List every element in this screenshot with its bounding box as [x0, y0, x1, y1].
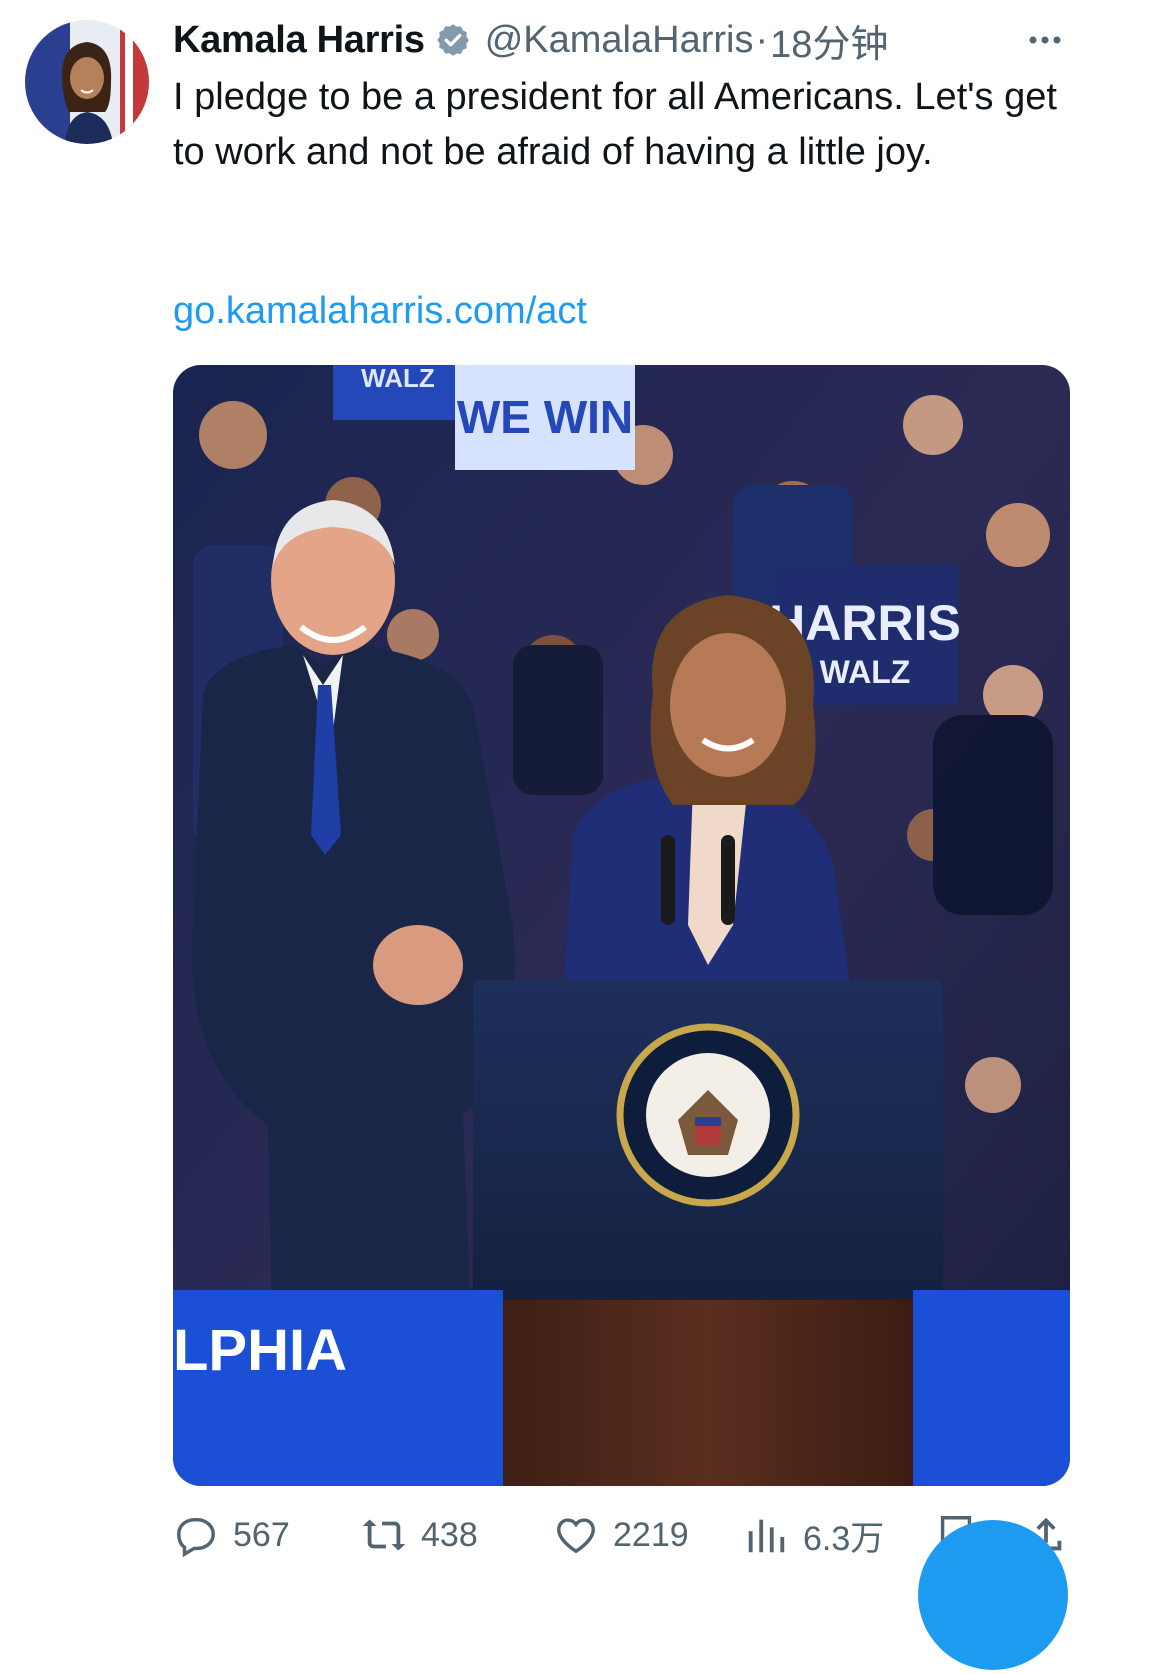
svg-text:WALZ: WALZ [361, 365, 435, 393]
stage-banner-text: LPHIA [173, 1318, 347, 1383]
author-handle[interactable]: @KamalaHarris [485, 19, 754, 62]
views-icon [748, 1519, 785, 1553]
repost-button[interactable]: 438 [361, 1505, 478, 1565]
sign-we-win: WE WIN [455, 365, 635, 470]
like-icon [557, 1518, 595, 1554]
timestamp[interactable]: 18分钟 [770, 13, 888, 68]
tweet-header: Kamala Harris @KamalaHarris · 18分钟 [173, 14, 1043, 66]
like-count: 2219 [613, 1515, 689, 1554]
tweet-text: I pledge to be a president for all Ameri… [173, 76, 1057, 173]
like-button[interactable]: 2219 [553, 1505, 689, 1565]
avatar-image [25, 20, 149, 144]
podium [473, 980, 943, 1486]
reply-icon [177, 1517, 215, 1558]
reply-button[interactable]: 567 [173, 1505, 290, 1565]
rally-photo: WALZ WE WIN HARRIS WALZ LPHIA [173, 365, 1070, 1486]
sign-walz-top: WALZ [333, 365, 463, 420]
views-count: 6.3万 [803, 1519, 885, 1558]
tweet-link[interactable]: go.kamalaharris.com/act [173, 290, 587, 333]
svg-text:WE WIN: WE WIN [457, 391, 633, 443]
more-icon[interactable] [1025, 22, 1065, 58]
tweet-photo[interactable]: WALZ WE WIN HARRIS WALZ LPHIA [173, 365, 1070, 1486]
svg-text:WALZ: WALZ [820, 654, 911, 690]
views-button[interactable]: 6.3万 [743, 1505, 884, 1565]
repost-icon [362, 1519, 406, 1551]
reply-count: 567 [233, 1515, 290, 1554]
compose-fab[interactable] [918, 1520, 1068, 1670]
author-name[interactable]: Kamala Harris [173, 19, 425, 62]
time-separator: · [755, 18, 769, 61]
stage-banner-right [913, 1290, 1070, 1486]
repost-count: 438 [421, 1515, 478, 1554]
verified-badge-icon [436, 24, 469, 56]
avatar[interactable] [25, 20, 149, 144]
